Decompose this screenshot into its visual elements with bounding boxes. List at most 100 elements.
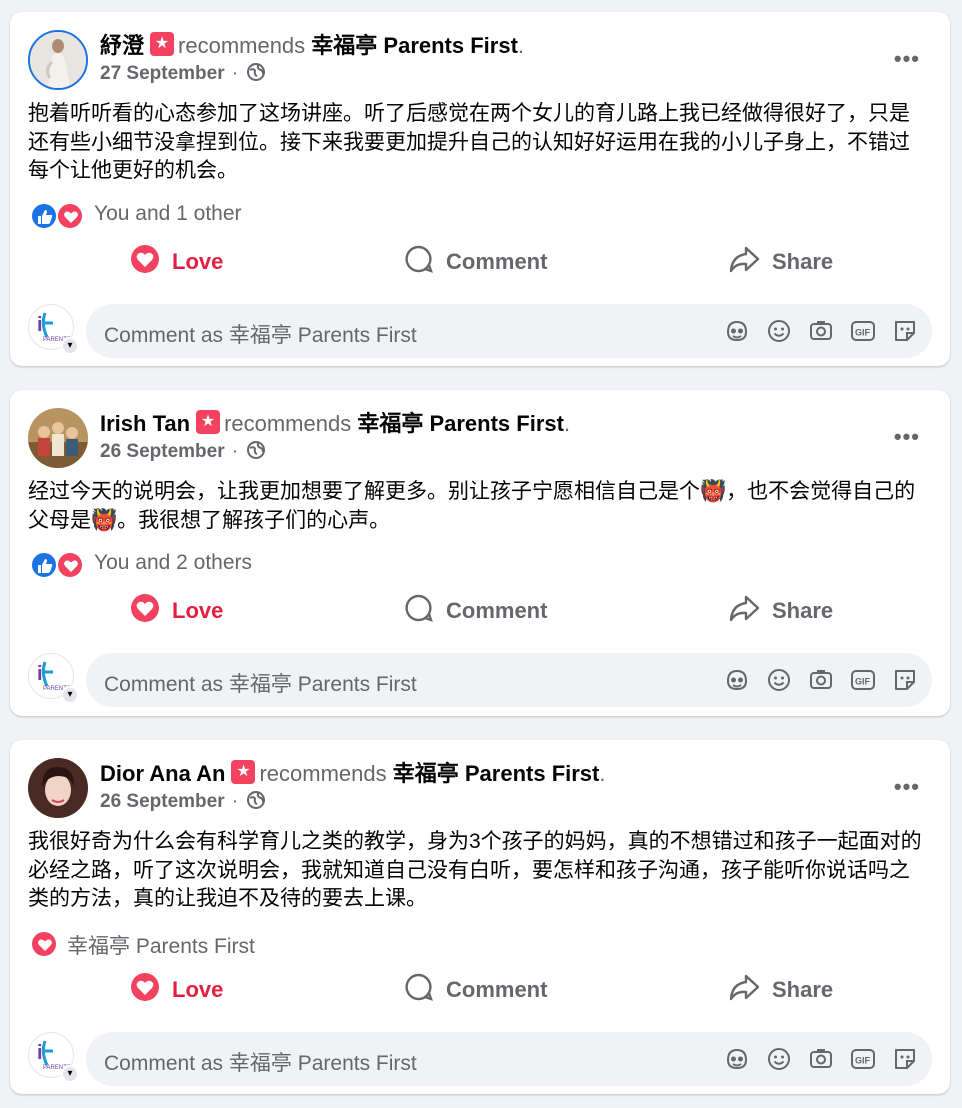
comment-label: Comment [446, 598, 548, 623]
title-period: . [599, 761, 606, 786]
post-card: 紓澄 recommends 幸福亭 Parents First. 27 Septe… [10, 12, 950, 366]
post-text: 经过今天的说明会，让我更加想要了解更多。别让孩子宁愿相信自己是个👹，也不会觉得自… [28, 480, 916, 532]
post-date[interactable]: 26 September [100, 441, 225, 462]
love-label: Love [172, 248, 224, 274]
camera-icon[interactable] [808, 318, 834, 344]
emoji-icon[interactable] [766, 318, 792, 344]
share-button[interactable]: Share [728, 244, 833, 280]
post-meta: 26 September · [100, 790, 266, 816]
comment-label: Comment [446, 976, 548, 1002]
reaction-count-text[interactable]: You and 1 other [94, 202, 242, 226]
sticker-icon[interactable] [892, 667, 918, 693]
camera-icon[interactable] [808, 667, 834, 693]
gif-icon[interactable]: GIF [850, 1046, 876, 1072]
recommends-text: recommends [224, 411, 352, 436]
share-icon [728, 972, 760, 1008]
recommend-star-icon [231, 760, 256, 784]
share-icon [728, 244, 760, 280]
author-name[interactable]: Irish Tan [100, 411, 190, 436]
page-avatar[interactable]: i PARENTS ▾ [28, 303, 79, 355]
comment-input[interactable]: Comment as 幸福亭 Parents First GIF [86, 1031, 932, 1086]
reaction-count-text[interactable]: 幸福亭 Parents First [67, 930, 255, 960]
comment-placeholder: Comment as 幸福亭 Parents First [104, 1051, 417, 1075]
comment-placeholder: Comment as 幸福亭 Parents First [104, 673, 417, 696]
love-label: Love [172, 976, 224, 1002]
love-button[interactable]: Love [130, 972, 223, 1008]
reaction-count-text[interactable]: You and 2 others [94, 551, 252, 575]
post-text: 抱着听听看的心态参加了这场讲座。听了后感觉在两个女儿的育儿路上我已经做得很好了，… [28, 102, 910, 182]
title-period: . [563, 411, 571, 436]
love-icon [130, 244, 160, 280]
comment-button[interactable]: Comment [404, 244, 547, 280]
author-name[interactable]: Dior Ana An [100, 761, 225, 786]
love-icon [130, 593, 160, 629]
page-name-link[interactable]: 幸福亭 Parents First [311, 33, 518, 58]
sticker-icon[interactable] [892, 1046, 918, 1072]
svg-text:i: i [37, 663, 43, 685]
love-icon [56, 551, 84, 579]
svg-text:GIF: GIF [855, 327, 871, 337]
more-options-icon[interactable]: ••• [894, 774, 920, 800]
like-icon [30, 551, 58, 579]
reaction-summary[interactable]: You and 2 others [10, 549, 950, 579]
share-button[interactable]: Share [728, 972, 833, 1008]
love-icon [130, 972, 160, 1008]
post-title-line: Irish Tan recommends 幸福亭 Parents First. [100, 410, 570, 437]
reaction-summary[interactable]: You and 1 other [10, 200, 950, 230]
emoji-icon[interactable] [766, 667, 792, 693]
page-avatar[interactable]: i PARENTS ▾ [28, 1031, 79, 1083]
page-name-link[interactable]: 幸福亭 Parents First [393, 761, 600, 786]
globe-icon [246, 790, 266, 816]
chevron-down-icon[interactable]: ▾ [61, 336, 79, 355]
comment-icon [404, 244, 434, 280]
composer-tools: GIF [724, 318, 918, 344]
reaction-summary[interactable]: 幸福亭 Parents First [10, 928, 950, 958]
comment-composer: i PARENTS ▾ Comment as 幸福亭 Parents First … [10, 1022, 950, 1094]
chevron-down-icon[interactable]: ▾ [61, 1064, 79, 1083]
avatar-sticker-icon[interactable] [724, 1046, 750, 1072]
post-meta: 27 September · [100, 62, 266, 88]
author-name[interactable]: 紓澄 [100, 33, 144, 58]
action-bar: Love Comment Share [10, 579, 950, 643]
action-bar: Love Comment Share [10, 958, 950, 1022]
like-icon [30, 201, 58, 230]
sticker-icon[interactable] [892, 318, 918, 344]
gif-icon[interactable]: GIF [850, 318, 876, 344]
composer-tools: GIF [724, 1046, 918, 1072]
comment-input[interactable]: Comment as 幸福亭 Parents First GIF [86, 303, 932, 358]
page-avatar[interactable]: i PARENTS ▾ [28, 653, 79, 704]
comment-placeholder: Comment as 幸福亭 Parents First [104, 323, 417, 347]
author-avatar[interactable] [28, 408, 88, 468]
title-period: . [517, 33, 525, 58]
comment-button[interactable]: Comment [404, 593, 547, 629]
comment-icon [404, 972, 434, 1008]
recommend-star-icon [150, 32, 175, 56]
gif-icon[interactable]: GIF [850, 667, 876, 693]
recommends-text: recommends [178, 33, 306, 58]
post-title-line: 紓澄 recommends 幸福亭 Parents First. [100, 32, 524, 59]
meta-separator: · [231, 791, 239, 812]
comment-button[interactable]: Comment [404, 972, 547, 1008]
author-avatar[interactable] [28, 30, 88, 90]
share-button[interactable]: Share [728, 593, 833, 629]
emoji-icon[interactable] [766, 1046, 792, 1072]
comment-composer: i PARENTS ▾ Comment as 幸福亭 Parents First … [10, 643, 950, 715]
composer-tools: GIF [724, 667, 918, 693]
comment-input[interactable]: Comment as 幸福亭 Parents First GIF [86, 653, 932, 707]
svg-text:i: i [37, 1042, 43, 1064]
author-avatar[interactable] [28, 758, 88, 818]
more-options-icon[interactable]: ••• [894, 46, 920, 72]
camera-icon[interactable] [808, 1046, 834, 1072]
avatar-sticker-icon[interactable] [724, 318, 750, 344]
chevron-down-icon[interactable]: ▾ [61, 686, 79, 704]
love-button[interactable]: Love [130, 244, 223, 280]
post-date[interactable]: 27 September [100, 63, 225, 84]
post-date[interactable]: 26 September [100, 791, 225, 812]
avatar-sticker-icon[interactable] [724, 667, 750, 693]
svg-text:GIF: GIF [855, 677, 871, 687]
love-button[interactable]: Love [130, 593, 223, 629]
meta-separator: · [231, 63, 239, 84]
more-options-icon[interactable]: ••• [894, 424, 920, 450]
post-text: 我很好奇为什么会有科学育儿之类的教学，身为3个孩子的妈妈，真的不想错过和孩子一起… [28, 830, 922, 910]
page-name-link[interactable]: 幸福亭 Parents First [357, 411, 564, 436]
